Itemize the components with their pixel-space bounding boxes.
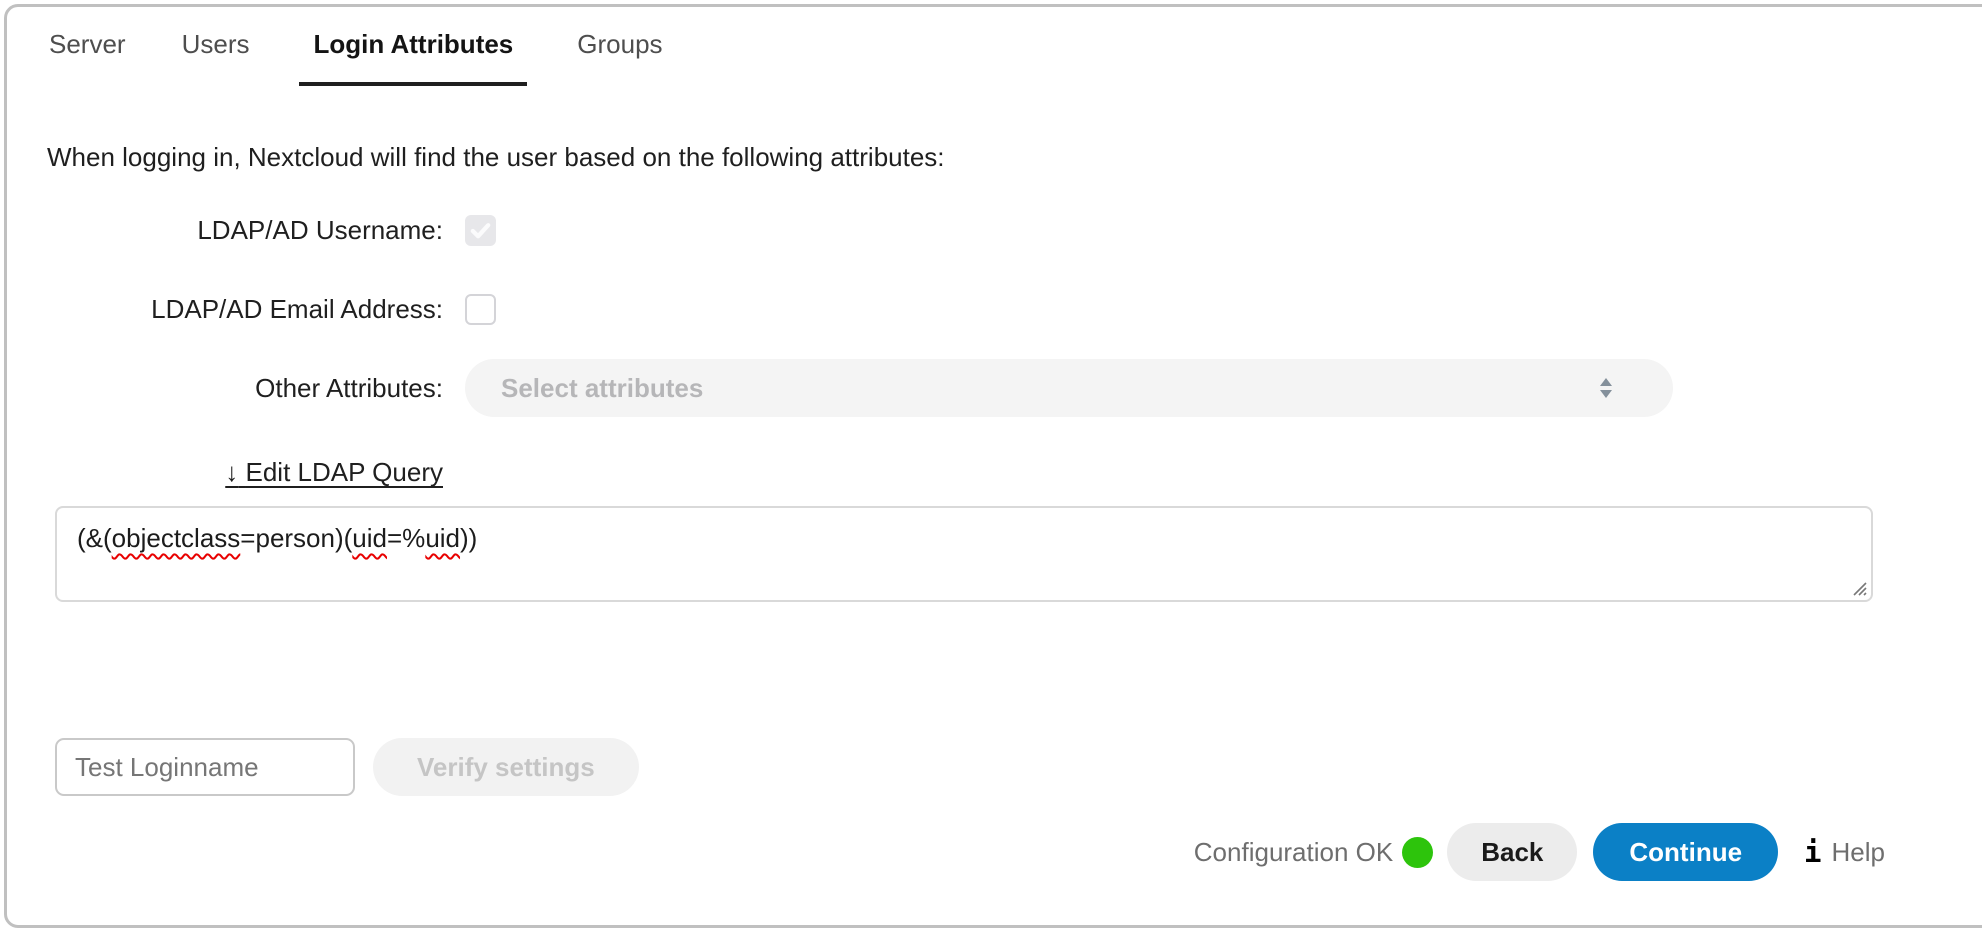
intro-text: When logging in, Nextcloud will find the…	[47, 142, 1982, 173]
wizard-footer: Configuration OK Back Continue i Help	[1194, 823, 1885, 881]
select-placeholder: Select attributes	[501, 373, 703, 404]
tab-login-attributes[interactable]: Login Attributes	[299, 27, 527, 86]
other-attributes-row: Other Attributes: Select attributes	[45, 359, 1982, 417]
username-label: LDAP/AD Username:	[45, 215, 443, 246]
ldap-wizard-card: Server Users Login Attributes Groups Whe…	[4, 4, 1982, 928]
verify-settings-button[interactable]: Verify settings	[373, 738, 639, 796]
resize-handle-icon[interactable]	[1848, 577, 1868, 597]
test-loginname-input[interactable]	[55, 738, 355, 796]
continue-button[interactable]: Continue	[1593, 823, 1778, 881]
username-row: LDAP/AD Username:	[45, 215, 1982, 246]
sort-arrows-icon	[1597, 376, 1615, 400]
edit-ldap-query-link[interactable]: ↓ Edit LDAP Query	[225, 457, 443, 487]
configuration-status-label: Configuration OK	[1194, 837, 1393, 868]
tab-server[interactable]: Server	[43, 27, 132, 82]
email-row: LDAP/AD Email Address:	[45, 294, 1982, 325]
tab-groups[interactable]: Groups	[571, 27, 668, 82]
ldap-query-text: (&(objectclass=person)(uid=%uid))	[77, 523, 477, 553]
other-attributes-label: Other Attributes:	[45, 373, 443, 404]
test-login-row: Verify settings	[55, 738, 1982, 796]
login-attribute-rows: LDAP/AD Username: LDAP/AD Email Address:	[45, 215, 1982, 417]
status-dot	[1402, 837, 1433, 868]
username-checkbox[interactable]	[465, 215, 496, 246]
checkmark-icon	[469, 219, 492, 242]
help-link[interactable]: Help	[1832, 837, 1885, 868]
tab-users[interactable]: Users	[176, 27, 256, 82]
wizard-tabs: Server Users Login Attributes Groups	[7, 7, 1982, 86]
email-label: LDAP/AD Email Address:	[45, 294, 443, 325]
ldap-query-textarea[interactable]: (&(objectclass=person)(uid=%uid))	[55, 506, 1873, 602]
down-arrow-icon: ↓	[225, 457, 238, 487]
back-button[interactable]: Back	[1447, 823, 1577, 881]
info-icon: i	[1804, 835, 1821, 869]
email-checkbox[interactable]	[465, 294, 496, 325]
other-attributes-select[interactable]: Select attributes	[465, 359, 1673, 417]
